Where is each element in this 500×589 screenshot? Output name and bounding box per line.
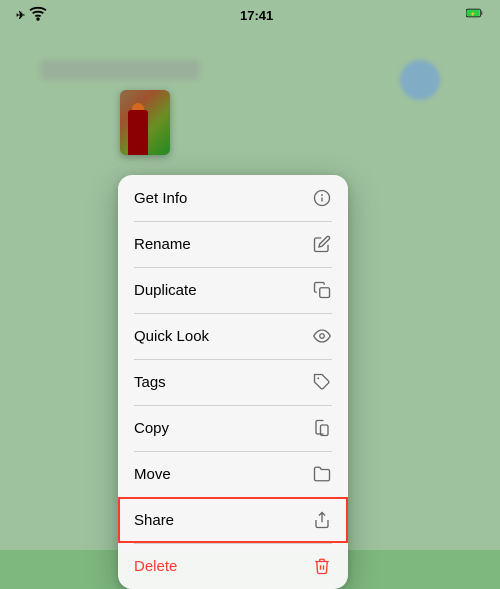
menu-item-get-info[interactable]: Get Info [118,175,348,221]
menu-item-share-label: Share [134,512,174,529]
eye-icon [312,326,332,346]
menu-item-delete-label: Delete [134,558,177,575]
duplicate-icon [312,280,332,300]
folder-icon [312,464,332,484]
status-left-icons: ✈ [16,4,47,27]
time-display: 17:41 [240,8,273,23]
menu-item-copy[interactable]: Copy [118,405,348,451]
menu-item-copy-label: Copy [134,420,169,437]
copy-icon [312,418,332,438]
thumbnail-figure-body [128,110,148,155]
blurred-avatar [400,60,440,100]
file-thumbnail [120,90,170,155]
menu-item-quick-look[interactable]: Quick Look [118,313,348,359]
context-menu: Get Info Rename Duplicate [118,175,348,589]
menu-item-tags[interactable]: Tags [118,359,348,405]
battery-icon: ⚡ [466,4,484,27]
menu-item-duplicate[interactable]: Duplicate [118,267,348,313]
menu-item-get-info-label: Get Info [134,190,187,207]
menu-item-move-label: Move [134,466,171,483]
blurred-text-bar [40,60,200,80]
svg-text:⚡: ⚡ [470,10,476,17]
status-right-icons: ⚡ [466,4,484,27]
wifi-icon [29,4,47,27]
menu-item-quick-look-label: Quick Look [134,328,209,345]
pencil-icon [312,234,332,254]
info-icon [312,188,332,208]
menu-item-tags-label: Tags [134,374,166,391]
menu-item-share[interactable]: Share [118,497,348,543]
trash-icon [312,556,332,576]
menu-item-rename-label: Rename [134,236,191,253]
status-bar: ✈ 17:41 ⚡ [0,0,500,30]
tag-icon [312,372,332,392]
menu-item-move[interactable]: Move [118,451,348,497]
menu-item-duplicate-label: Duplicate [134,282,197,299]
share-icon [312,510,332,530]
airplane-icon: ✈ [16,9,25,22]
menu-item-rename[interactable]: Rename [118,221,348,267]
